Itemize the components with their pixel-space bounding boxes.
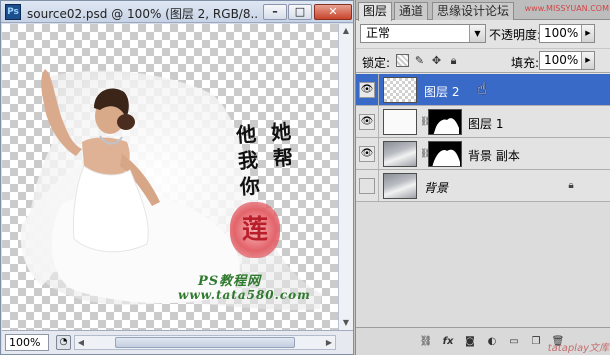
opacity-value: 100% xyxy=(544,26,579,40)
chain-link-icon[interactable]: ⛓ xyxy=(420,116,431,128)
horizontal-scrollbar[interactable]: ◀ ▶ xyxy=(74,335,336,350)
adjustment-layer-icon[interactable]: ◐ xyxy=(484,334,500,350)
divider xyxy=(378,138,379,169)
layer-name: 背景 副本 xyxy=(468,149,520,163)
chevron-right-icon: ▶ xyxy=(581,25,594,42)
eye-icon[interactable]: 👁︎ xyxy=(359,114,375,130)
corner-watermark: tataplay文库 xyxy=(547,343,609,354)
vertical-scrollbar[interactable]: ▲ ▼ xyxy=(338,24,353,330)
fill-label: 填充: xyxy=(511,56,540,70)
fx-icon[interactable]: fx xyxy=(440,334,456,350)
layers-panel: 图层 通道 思缘设计论坛 www.MISSYUAN.COM 正常 ▼ 不透明度:… xyxy=(355,0,610,355)
opacity-label: 不透明度: xyxy=(489,28,542,42)
tab-layers[interactable]: 图层 xyxy=(358,2,393,21)
url-watermark: www.tata580.com xyxy=(178,288,311,302)
photoshop-icon: Ps xyxy=(5,4,21,20)
close-icon: ✕ xyxy=(328,5,338,18)
lock-move-icon[interactable]: ✥ xyxy=(430,54,443,67)
scroll-thumb[interactable] xyxy=(115,337,295,348)
chevron-down-icon: ▼ xyxy=(469,25,485,42)
calligraphy-text: 他 她 我 帮 你 xyxy=(235,118,300,200)
layer-thumbnail xyxy=(383,141,417,167)
status-bar: 100% ◔ ◀ ▶ xyxy=(2,330,353,354)
calligraphy-line: 我 帮 xyxy=(237,145,298,174)
divider xyxy=(378,106,379,137)
lock-icon: 🔒︎ xyxy=(568,180,574,191)
divider xyxy=(378,170,379,201)
eye-icon[interactable]: 👁︎ xyxy=(359,146,375,162)
maximize-icon: □ xyxy=(294,5,306,18)
panel-footer: ⛓ fx ◙ ◐ ▭ ❐ 🗑︎ tataplay文库 xyxy=(356,327,610,355)
site-watermark: www.MISSYUAN.COM xyxy=(524,4,609,13)
document-window: Ps source02.psd @ 100% (图层 2, RGB/8... –… xyxy=(0,0,354,355)
seal-stamp: 莲 xyxy=(230,202,280,258)
eye-hidden-icon[interactable] xyxy=(359,178,375,194)
scroll-down-icon[interactable]: ▼ xyxy=(340,317,352,329)
panel-tabs: 图层 通道 思缘设计论坛 www.MISSYUAN.COM xyxy=(356,0,610,21)
document-titlebar[interactable]: Ps source02.psd @ 100% (图层 2, RGB/8... –… xyxy=(1,1,353,23)
layer-thumbnail xyxy=(383,173,417,199)
layer-row[interactable]: 👁︎ ⛓ 图层 1 xyxy=(356,106,610,138)
status-info-icon[interactable]: ◔ xyxy=(56,335,71,350)
layer-row[interactable]: 👁︎ 图层 2 ☝ xyxy=(356,74,610,106)
layer-name: 背景 xyxy=(424,181,449,195)
scroll-right-icon[interactable]: ▶ xyxy=(323,336,335,349)
tab-forum[interactable]: 思缘设计论坛 xyxy=(432,2,515,20)
chain-link-icon[interactable]: ⛓ xyxy=(420,148,431,160)
scroll-left-icon[interactable]: ◀ xyxy=(75,336,87,349)
lock-transparency-icon[interactable] xyxy=(396,54,409,67)
add-mask-icon[interactable]: ◙ xyxy=(462,334,478,350)
hand-cursor-icon: ☝ xyxy=(477,79,487,98)
layer-thumbnail xyxy=(383,77,417,103)
opacity-input[interactable]: 100% ▶ xyxy=(539,24,595,43)
divider xyxy=(378,74,379,105)
layer-row[interactable]: 👁︎ ⛓ 背景 副本 xyxy=(356,138,610,170)
lock-brush-icon[interactable]: ✎ xyxy=(413,54,426,67)
fill-input[interactable]: 100% ▶ xyxy=(539,51,595,70)
maximize-button[interactable]: □ xyxy=(288,4,312,20)
layer-mask-thumbnail[interactable] xyxy=(428,141,462,167)
lock-label: 锁定: xyxy=(362,56,391,70)
layer-name: 图层 1 xyxy=(468,117,504,131)
layer-mask-thumbnail[interactable] xyxy=(428,109,462,135)
minimize-icon: – xyxy=(272,5,278,18)
minimize-button[interactable]: – xyxy=(263,4,287,20)
close-button[interactable]: ✕ xyxy=(314,4,352,20)
chevron-right-icon: ▶ xyxy=(581,52,594,69)
brand-watermark: PS教程网 xyxy=(198,274,262,289)
lock-all-icon[interactable]: 🔒︎ xyxy=(447,54,460,67)
layer-thumbnail xyxy=(383,109,417,135)
scroll-up-icon[interactable]: ▲ xyxy=(340,25,352,37)
blend-mode-select[interactable]: 正常 ▼ xyxy=(360,24,486,43)
eye-icon[interactable]: 👁︎ xyxy=(359,82,375,98)
group-folder-icon[interactable]: ▭ xyxy=(506,334,522,350)
blend-mode-value: 正常 xyxy=(366,26,391,40)
new-layer-icon[interactable]: ❐ xyxy=(528,334,544,350)
zoom-input[interactable]: 100% xyxy=(5,334,49,351)
link-layers-icon[interactable]: ⛓ xyxy=(418,334,434,350)
tab-channels[interactable]: 通道 xyxy=(394,2,429,20)
layer-name: 图层 2 xyxy=(424,85,460,99)
layers-list: 👁︎ 图层 2 ☝ 👁︎ ⛓ 图层 1 👁︎ ⛓ 背景 副本 背景 🔒︎ xyxy=(356,74,610,327)
document-title: source02.psd @ 100% (图层 2, RGB/8... xyxy=(27,7,257,21)
fill-value: 100% xyxy=(544,53,579,67)
bride-image xyxy=(20,69,323,311)
photoshop-screen: Ps source02.psd @ 100% (图层 2, RGB/8... –… xyxy=(0,0,610,355)
document-canvas[interactable]: 他 她 我 帮 你 莲 PS教程网 www.tata580.com xyxy=(2,24,353,330)
lock-row: 锁定: ✎ ✥ 🔒︎ 填充: 100% ▶ xyxy=(356,48,610,73)
layer-row[interactable]: 背景 🔒︎ xyxy=(356,170,610,202)
calligraphy-line: 你 xyxy=(239,173,265,200)
